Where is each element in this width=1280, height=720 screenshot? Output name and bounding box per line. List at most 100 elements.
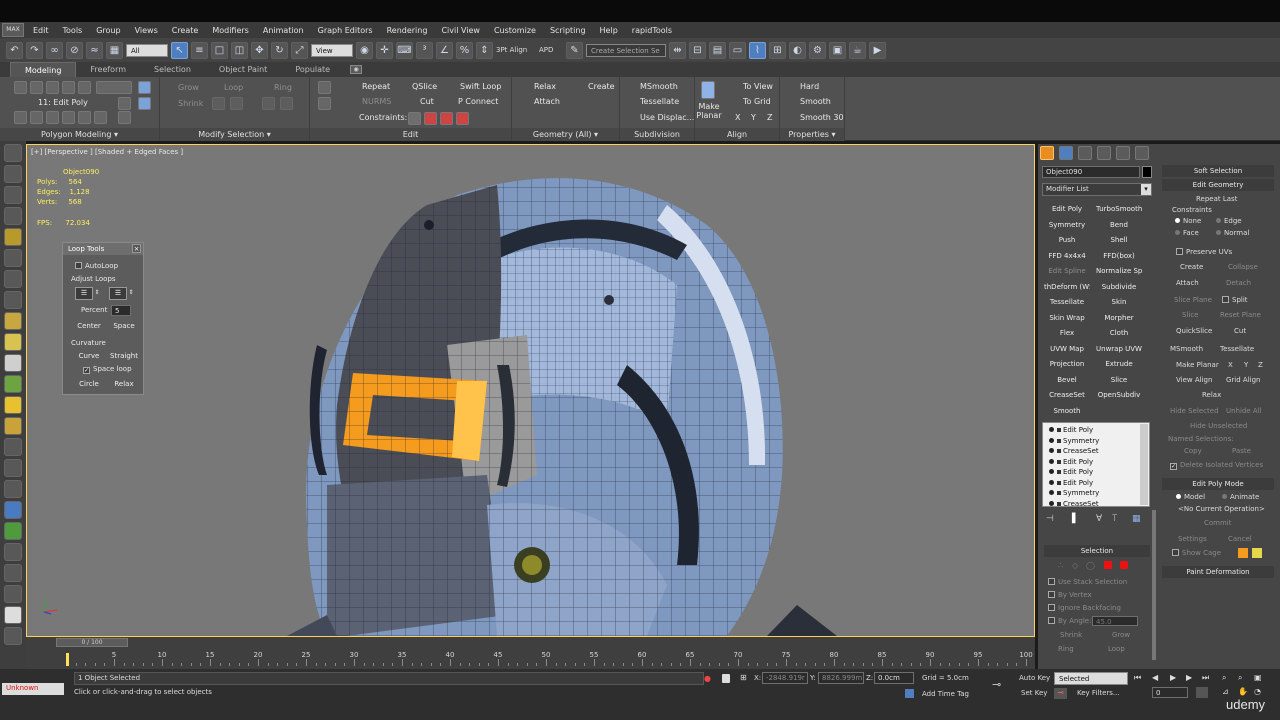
render-production-icon[interactable]: ☕ (849, 41, 866, 59)
display-tab-icon[interactable] (1116, 146, 1130, 160)
edit-named-selection-icon[interactable]: ✎ (566, 41, 583, 59)
menu-help[interactable]: Help (593, 26, 625, 35)
render-setup-icon[interactable]: ⚙ (809, 41, 826, 59)
smooth-30-button[interactable]: Smooth 30 (786, 111, 844, 125)
light-bulb-icon[interactable] (1049, 500, 1054, 506)
light-bulb-icon[interactable] (1049, 469, 1054, 474)
polygon-modeling-dropdown[interactable]: Polygon Modeling ▾ (0, 128, 159, 141)
loop-mode-a-spinner-icon[interactable]: ⇕ (94, 287, 100, 300)
qslice-button[interactable]: QSlice (398, 80, 437, 94)
tessellate-button[interactable]: Tessellate (626, 95, 679, 109)
loop-button[interactable]: Loop (210, 81, 243, 95)
torus-icon[interactable] (4, 417, 22, 435)
attach-geometry-button[interactable]: Attach (1176, 279, 1199, 287)
unlink-icon[interactable]: ⊘ (66, 41, 83, 59)
link-icon[interactable]: ∞ (46, 41, 63, 59)
detach-button[interactable]: Detach (1226, 279, 1251, 287)
polygon-icon[interactable] (1104, 561, 1112, 569)
redo-icon[interactable]: ↷ (26, 41, 43, 59)
menu-group[interactable]: Group (89, 26, 127, 35)
plant-icon[interactable] (4, 375, 22, 393)
set-key-icon[interactable]: ⊸ (1054, 688, 1067, 699)
preserve-uvs-icon[interactable] (318, 81, 331, 94)
grow-loop-icon[interactable] (212, 97, 225, 110)
modifier-button[interactable]: UVW Map (1044, 342, 1090, 356)
to-view-button[interactable]: To View (729, 80, 773, 94)
command-panel-scrollbar[interactable] (1152, 510, 1156, 660)
ring-button[interactable]: Ring (260, 81, 292, 95)
expand-icon[interactable] (1057, 501, 1061, 506)
planar-y-button[interactable]: Y (749, 111, 756, 125)
edit-poly-mode-rollout[interactable]: Edit Poly Mode (1162, 478, 1274, 490)
autoloop-checkbox[interactable]: AutoLoop (75, 262, 118, 270)
soft-selection-rollout[interactable]: Soft Selection (1162, 165, 1274, 177)
vertex-mode-icon[interactable] (14, 81, 27, 94)
edit-geometry-rollout[interactable]: Edit Geometry (1162, 179, 1274, 191)
modifier-button[interactable]: Morpher (1096, 311, 1142, 325)
edge-mode-icon[interactable] (30, 81, 43, 94)
cloth-icon[interactable] (4, 480, 22, 498)
viewport-label[interactable]: [+] [Perspective ] [Shaded + Edged Faces… (31, 148, 183, 156)
paste-button[interactable]: Paste (1232, 447, 1251, 455)
swift-loop-button[interactable]: Swift Loop (446, 80, 501, 94)
ignore-backfacing-icon[interactable] (62, 111, 75, 124)
loop-sel-button[interactable]: Loop (1108, 645, 1125, 653)
tab-selection[interactable]: Selection (140, 62, 205, 77)
current-frame-marker[interactable] (66, 653, 69, 666)
properties-dropdown[interactable]: Properties ▾ (780, 128, 844, 141)
zoom-extents-icon[interactable]: ▣ (1254, 673, 1262, 682)
pin-stack-icon[interactable] (138, 97, 151, 110)
particle-icon[interactable] (4, 438, 22, 456)
preview-multi-icon[interactable] (46, 111, 59, 124)
expand-icon[interactable] (1057, 470, 1061, 474)
expand-icon[interactable] (1057, 491, 1061, 495)
sphere-icon[interactable] (4, 333, 22, 351)
make-planar-button[interactable]: Make Planar (695, 102, 723, 122)
planar-y-geometry-button[interactable]: Y (1244, 361, 1248, 369)
grid-align-button[interactable]: Grid Align (1226, 376, 1260, 384)
menu-customize[interactable]: Customize (487, 26, 543, 35)
percent-input[interactable]: 5 (111, 305, 131, 316)
constraint-face-radio[interactable]: Face (1175, 229, 1199, 237)
use-stack-selection-checkbox[interactable]: Use Stack Selection (1048, 578, 1127, 586)
circle-button[interactable]: Circle (71, 379, 107, 390)
menu-modifiers[interactable]: Modifiers (205, 26, 256, 35)
angle-snap-icon[interactable]: ∠ (436, 41, 453, 59)
shrink-loop-icon[interactable] (230, 97, 243, 110)
quickslice-button[interactable]: QuickSlice (1176, 327, 1212, 335)
copy-button[interactable]: Copy (1184, 447, 1202, 455)
show-end-result-icon[interactable] (138, 81, 151, 94)
render-iterative-icon[interactable]: ▶ (869, 41, 886, 59)
element-mode-icon[interactable] (78, 81, 91, 94)
script-icon[interactable] (4, 585, 22, 603)
stack-down-icon[interactable] (118, 111, 131, 124)
modifier-button[interactable]: Normalize Spl. (1096, 264, 1142, 278)
use-soft-selection-icon[interactable] (78, 111, 91, 124)
smooth-button[interactable]: Smooth (786, 95, 831, 109)
tab-object-paint[interactable]: Object Paint (205, 62, 281, 77)
cut-button[interactable]: Cut (406, 95, 434, 109)
menu-graph-editors[interactable]: Graph Editors (311, 26, 380, 35)
tree-icon[interactable] (4, 522, 22, 540)
go-to-start-icon[interactable]: ⏮ (1134, 673, 1141, 683)
modifier-button[interactable]: Cloth (1096, 326, 1142, 340)
show-cage-checkbox[interactable]: Show Cage (1172, 549, 1221, 557)
modifier-button[interactable]: Flex (1044, 326, 1090, 340)
constraint-none-icon[interactable] (408, 112, 421, 125)
by-angle-input[interactable]: 45.0 (1092, 616, 1138, 626)
curve-editor-icon[interactable]: ⌇ (749, 41, 766, 59)
create-tab-icon[interactable] (1040, 146, 1054, 160)
constraint-edge-icon[interactable] (424, 112, 437, 125)
relax-loop-button[interactable]: Relax (107, 379, 141, 390)
modifier-button[interactable]: Bend (1096, 218, 1142, 232)
collapse-button[interactable]: Collapse (1228, 263, 1258, 271)
element-icon[interactable] (1120, 561, 1128, 569)
reset-plane-button[interactable]: Reset Plane (1220, 311, 1261, 319)
rect-region-icon[interactable]: □ (211, 41, 228, 59)
utilities-tab-icon[interactable] (1135, 146, 1149, 160)
settings-button[interactable]: Settings (1178, 535, 1207, 543)
modifier-button[interactable]: Skin Wrap (1044, 311, 1090, 325)
stack-item[interactable]: Edit Poly (1043, 425, 1139, 435)
material-editor-icon[interactable]: ◐ (789, 41, 806, 59)
menu-views[interactable]: Views (128, 26, 165, 35)
